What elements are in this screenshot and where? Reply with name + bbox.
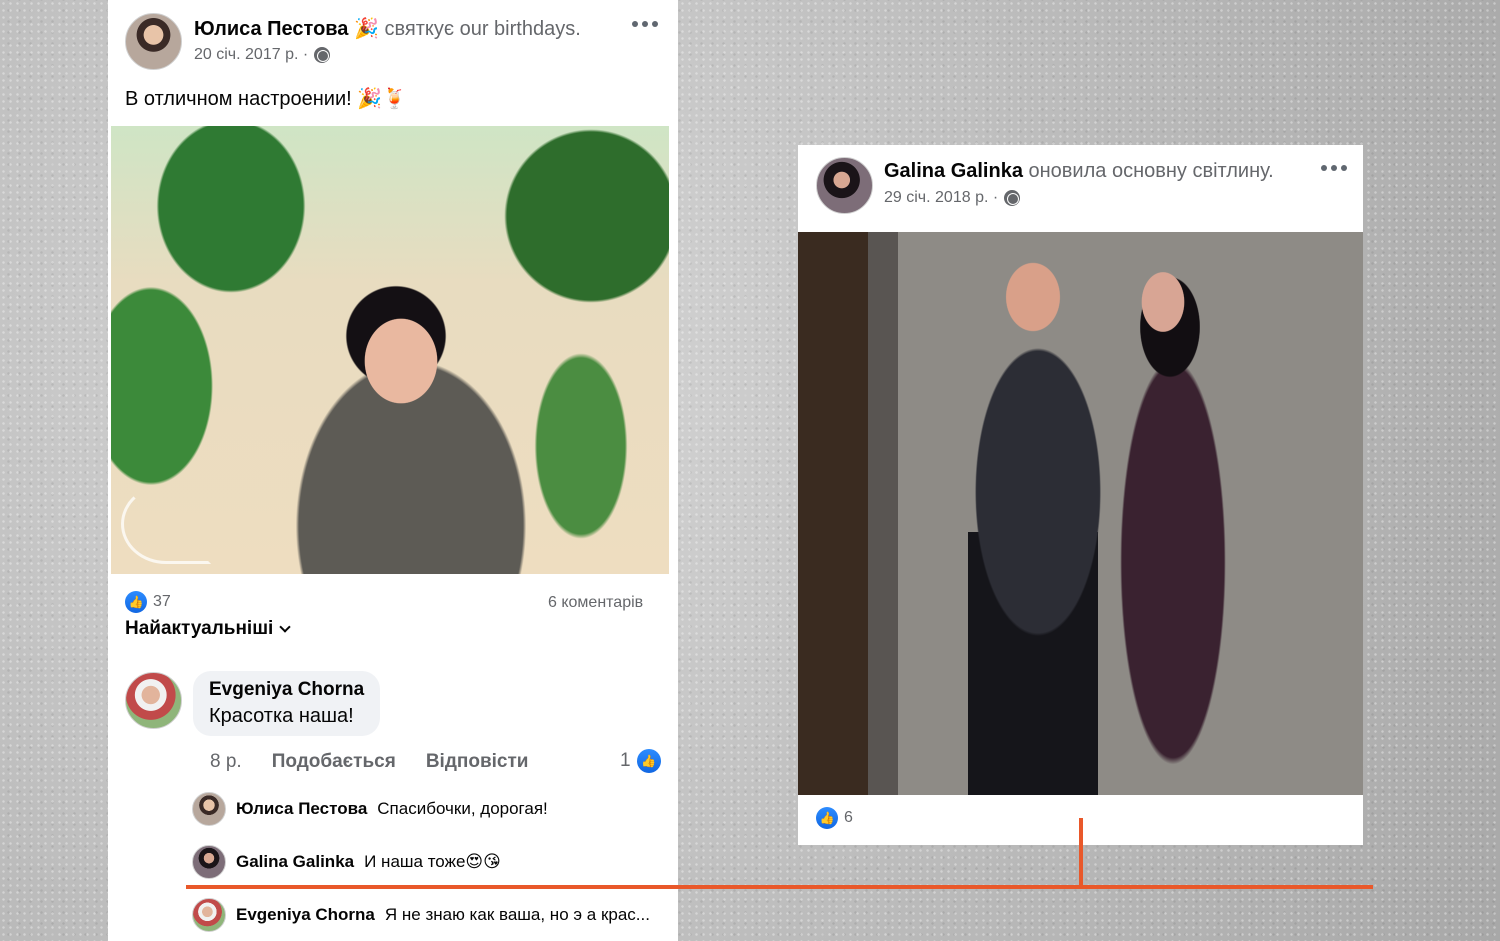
reactions-summary[interactable]: 👍 37 (125, 591, 171, 613)
like-comment-button[interactable]: Подобається (272, 751, 396, 773)
author-name[interactable]: Юлиса Пестова (194, 18, 348, 40)
connector-line-vertical (1079, 818, 1083, 888)
reply-text: Спасибочки, дорогая! (377, 799, 548, 818)
post-photo[interactable] (798, 232, 1363, 795)
post-meta: 29 січ. 2018 р. · (884, 189, 1021, 207)
party-emoji: 🎉 (354, 18, 379, 40)
reply-item: Юлиса Пестова Спасибочки, дорогая! (192, 792, 548, 826)
photo-decoration (121, 484, 211, 564)
commenter-name[interactable]: Evgeniya Chorna (209, 679, 364, 701)
more-options-icon[interactable] (632, 21, 658, 27)
comment-actions: 8 р. Подобається Відповісти (210, 751, 528, 773)
comment-reactions[interactable]: 1 👍 (620, 749, 661, 773)
chevron-down-icon (279, 620, 291, 633)
reply-avatar[interactable] (192, 792, 226, 826)
like-icon: 👍 (636, 749, 661, 773)
like-icon: 👍 (816, 807, 838, 829)
globe-icon (314, 47, 331, 63)
connector-line-horizontal (186, 885, 1373, 889)
post-action-text: святкує our birthdays. (384, 18, 581, 40)
globe-icon (1004, 190, 1021, 206)
likes-count: 6 (844, 809, 853, 826)
reply-item: Galina Galinka И наша тоже😍😘 (192, 845, 501, 879)
post-header: Galina Galinka оновила основну світлину. (884, 160, 1274, 183)
post-card-right: Galina Galinka оновила основну світлину.… (798, 145, 1363, 845)
post-meta: 20 січ. 2017 р. · (194, 46, 331, 64)
like-icon: 👍 (125, 591, 147, 613)
reply-text: Я не знаю как ваша, но э а крас... (384, 905, 650, 924)
reply-item: Evgeniya Chorna Я не знаю как ваша, но э… (192, 898, 650, 932)
comment-bubble: Evgeniya Chorna Красотка наша! (193, 671, 381, 736)
author-avatar[interactable] (125, 13, 182, 70)
author-name[interactable]: Galina Galinka (884, 160, 1023, 182)
post-action-text: оновила основну світлину. (1028, 160, 1274, 182)
comments-count[interactable]: 6 коментарів (548, 594, 643, 612)
more-options-icon[interactable] (1321, 165, 1347, 171)
reactions-summary[interactable]: 👍 6 (816, 807, 853, 829)
post-header: Юлиса Пестова 🎉 святкує our birthdays. (194, 16, 581, 41)
comment-text: Красотка наша! (209, 705, 354, 727)
reply-author[interactable]: Galina Galinka (236, 852, 354, 872)
reply-avatar[interactable] (192, 898, 226, 932)
commenter-avatar[interactable] (125, 672, 182, 729)
reply-avatar[interactable] (192, 845, 226, 879)
reply-author[interactable]: Юлиса Пестова (236, 799, 367, 819)
reply-author[interactable]: Evgeniya Chorna (236, 905, 375, 925)
reply-button[interactable]: Відповісти (426, 751, 529, 773)
post-date[interactable]: 20 січ. 2017 р. · (194, 46, 308, 64)
author-avatar[interactable] (816, 157, 873, 214)
sort-label: Найактуальніші (125, 618, 274, 639)
post-date[interactable]: 29 січ. 2018 р. · (884, 189, 998, 207)
reply-text: И наша тоже😍😘 (364, 852, 501, 871)
post-card-left: Юлиса Пестова 🎉 святкує our birthdays. 2… (108, 0, 678, 941)
comment-like-count: 1 (620, 750, 631, 771)
post-photo[interactable] (111, 126, 669, 574)
comment-time[interactable]: 8 р. (210, 751, 242, 773)
likes-count: 37 (153, 593, 171, 610)
comment-sort-dropdown[interactable]: Найактуальніші (125, 618, 291, 640)
post-text: В отличном настроении! 🎉🍹 (125, 88, 408, 110)
